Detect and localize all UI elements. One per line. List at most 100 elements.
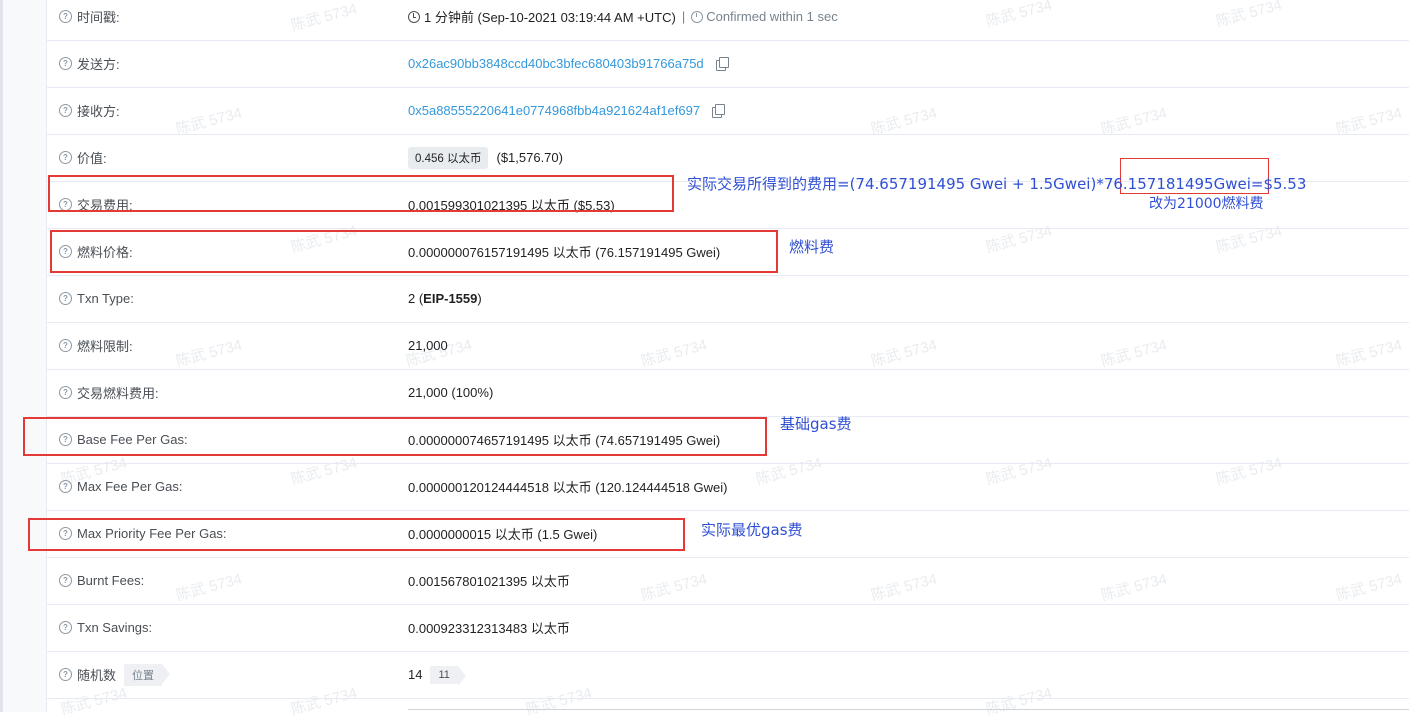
row-gas-used: ? 交易燃料费用: 21,000 (100%) <box>46 369 1409 417</box>
row-label: ? 时间戳: <box>59 0 120 40</box>
gas-used-value: 21,000 (100%) <box>408 385 494 400</box>
row-txn-savings: ? Txn Savings: 0.000923312313483 以太币 <box>46 604 1409 652</box>
separator: | <box>681 9 686 24</box>
row-label: ? Burnt Fees: <box>59 557 144 604</box>
gas-price-value: 0.000000076157191495 以太币 (76.157191495 G… <box>408 245 721 260</box>
max-priority-fee-value: 0.0000000015 以太币 (1.5 Gwei) <box>408 527 598 542</box>
label-text: Txn Savings: <box>77 620 153 635</box>
annotation-fee-formula: 实际交易所得到的费用=(74.657191495 Gwei + 1.5Gwei)… <box>687 173 1306 194</box>
to-address-link[interactable]: 0x5a88555220641e0774968fbb4a921624af1ef6… <box>408 103 700 118</box>
label-text: 燃料限制: <box>77 339 133 354</box>
label-text: 时间戳: <box>77 10 120 25</box>
annotation-formula-part-b: 76.157181495Gwei <box>1103 175 1251 193</box>
row-value: 0.0000000015 以太币 (1.5 Gwei) <box>408 510 597 557</box>
row-gas-price: ? 燃料价格: 0.000000076157191495 以太币 (76.157… <box>46 228 1409 276</box>
label-text: Burnt Fees: <box>77 573 145 588</box>
row-value: 0.001599301021395 以太币 ($5.53) <box>408 181 615 228</box>
row-value: 0x26ac90bb3848ccd40bc3bfec680403b91766a7… <box>408 40 729 87</box>
help-icon[interactable]: ? <box>59 527 72 540</box>
row-from: ? 发送方: 0x26ac90bb3848ccd40bc3bfec680403b… <box>46 40 1409 88</box>
row-timestamp: ? 时间戳: 1 分钟前 (Sep-10-2021 03:19:44 AM +U… <box>46 0 1409 41</box>
row-value: 1 分钟前 (Sep-10-2021 03:19:44 AM +UTC) | C… <box>408 0 838 40</box>
row-nonce: ? 随机数 位置 14 11 <box>46 651 1409 699</box>
row-value: 0.001567801021395 以太币 <box>408 557 570 604</box>
txn-savings-value: 0.000923312313483 以太币 <box>408 621 570 636</box>
nonce-value: 14 <box>408 667 423 682</box>
from-address-link[interactable]: 0x26ac90bb3848ccd40bc3bfec680403b91766a7… <box>408 56 704 71</box>
label-text: Max Fee Per Gas: <box>77 479 183 494</box>
annotation-fee-fix: 改为21000燃料费 <box>1149 196 1264 212</box>
row-label: ? 接收方: <box>59 87 120 134</box>
help-icon[interactable]: ? <box>59 480 72 493</box>
txn-type-suffix: ) <box>477 291 482 306</box>
help-icon[interactable]: ? <box>59 292 72 305</box>
row-label: ? 燃料价格: <box>59 228 133 275</box>
timer-icon <box>691 10 704 23</box>
annotation-base-fee: 基础gas费 <box>780 415 852 433</box>
help-icon[interactable]: ? <box>59 386 72 399</box>
label-text: 发送方: <box>77 57 120 72</box>
help-icon[interactable]: ? <box>59 10 72 23</box>
help-icon[interactable]: ? <box>59 668 72 681</box>
help-icon[interactable]: ? <box>59 621 72 634</box>
copy-icon[interactable] <box>712 104 726 118</box>
burnt-fees-value: 0.001567801021395 以太币 <box>408 574 570 589</box>
row-value: 21,000 <box>408 322 448 369</box>
row-label: ? Txn Type: <box>59 275 134 322</box>
row-label: ? 随机数 位置 <box>59 651 171 698</box>
row-gas-limit: ? 燃料限制: 21,000 <box>46 322 1409 370</box>
row-label: ? Txn Savings: <box>59 604 152 651</box>
position-tag: 位置 <box>124 663 171 686</box>
row-value: 2 (EIP-1559) <box>408 275 482 322</box>
help-icon[interactable]: ? <box>59 104 72 117</box>
row-label: ? 交易费用: <box>59 181 133 228</box>
row-value: 14 11 <box>408 651 467 698</box>
max-fee-value: 0.000000120124444518 以太币 (120.124444518 … <box>408 480 728 495</box>
label-text: 随机数 <box>77 668 117 683</box>
tx-fee-value: 0.001599301021395 以太币 ($5.53) <box>408 198 615 213</box>
annotation-formula-part-a: 实际交易所得到的费用=(74.657191495 Gwei + 1.5Gwei)… <box>687 175 1104 193</box>
row-to: ? 接收方: 0x5a88555220641e0774968fbb4a92162… <box>46 87 1409 135</box>
gas-limit-value: 21,000 <box>408 338 448 353</box>
label-text: 价值: <box>77 151 107 166</box>
label-text: 燃料价格: <box>77 245 133 260</box>
timestamp-text: 1 分钟前 (Sep-10-2021 03:19:44 AM +UTC) <box>424 10 676 25</box>
row-label: ? Base Fee Per Gas: <box>59 416 188 463</box>
label-text: Max Priority Fee Per Gas: <box>77 526 227 541</box>
row-value: 21,000 (100%) <box>408 369 493 416</box>
help-icon[interactable]: ? <box>59 198 72 211</box>
annotation-gas-price: 燃料费 <box>789 238 835 256</box>
row-label: ? Max Priority Fee Per Gas: <box>59 510 227 557</box>
row-value: 0.000000074657191495 以太币 (74.657191495 G… <box>408 416 720 463</box>
row-burnt-fees: ? Burnt Fees: 0.001567801021395 以太币 <box>46 557 1409 605</box>
row-value: 0x5a88555220641e0774968fbb4a921624af1ef6… <box>408 87 726 134</box>
help-icon[interactable]: ? <box>59 574 72 587</box>
row-txn-type: ? Txn Type: 2 (EIP-1559) <box>46 275 1409 323</box>
row-value: 0.000000120124444518 以太币 (120.124444518 … <box>408 463 727 510</box>
row-max-fee: ? Max Fee Per Gas: 0.000000120124444518 … <box>46 463 1409 511</box>
left-gutter <box>0 0 47 712</box>
help-icon[interactable]: ? <box>59 57 72 70</box>
txn-type-eip: EIP-1559 <box>423 291 478 306</box>
row-value: 0.000000076157191495 以太币 (76.157191495 G… <box>408 228 720 275</box>
nonce-position: 11 <box>430 665 467 686</box>
row-value: 0.456 以太币 ($1,576.70) <box>408 134 563 181</box>
annotation-priority-fee: 实际最优gas费 <box>701 521 803 539</box>
row-label: ? 发送方: <box>59 40 120 87</box>
label-text: Base Fee Per Gas: <box>77 432 188 447</box>
copy-icon[interactable] <box>715 57 729 71</box>
row-label: ? 燃料限制: <box>59 322 133 369</box>
row-label: ? Max Fee Per Gas: <box>59 463 182 510</box>
label-text: 接收方: <box>77 104 120 119</box>
label-text: Txn Type: <box>77 291 134 306</box>
label-text: 交易燃料费用: <box>77 386 159 401</box>
value-badge: 0.456 以太币 <box>408 146 489 169</box>
row-label: ? 价值: <box>59 134 107 181</box>
help-icon[interactable]: ? <box>59 245 72 258</box>
help-icon[interactable]: ? <box>59 433 72 446</box>
divider <box>408 709 1409 710</box>
help-icon[interactable]: ? <box>59 339 72 352</box>
help-icon[interactable]: ? <box>59 151 72 164</box>
row-label: ? 交易燃料费用: <box>59 369 159 416</box>
base-fee-value: 0.000000074657191495 以太币 (74.657191495 G… <box>408 433 721 448</box>
